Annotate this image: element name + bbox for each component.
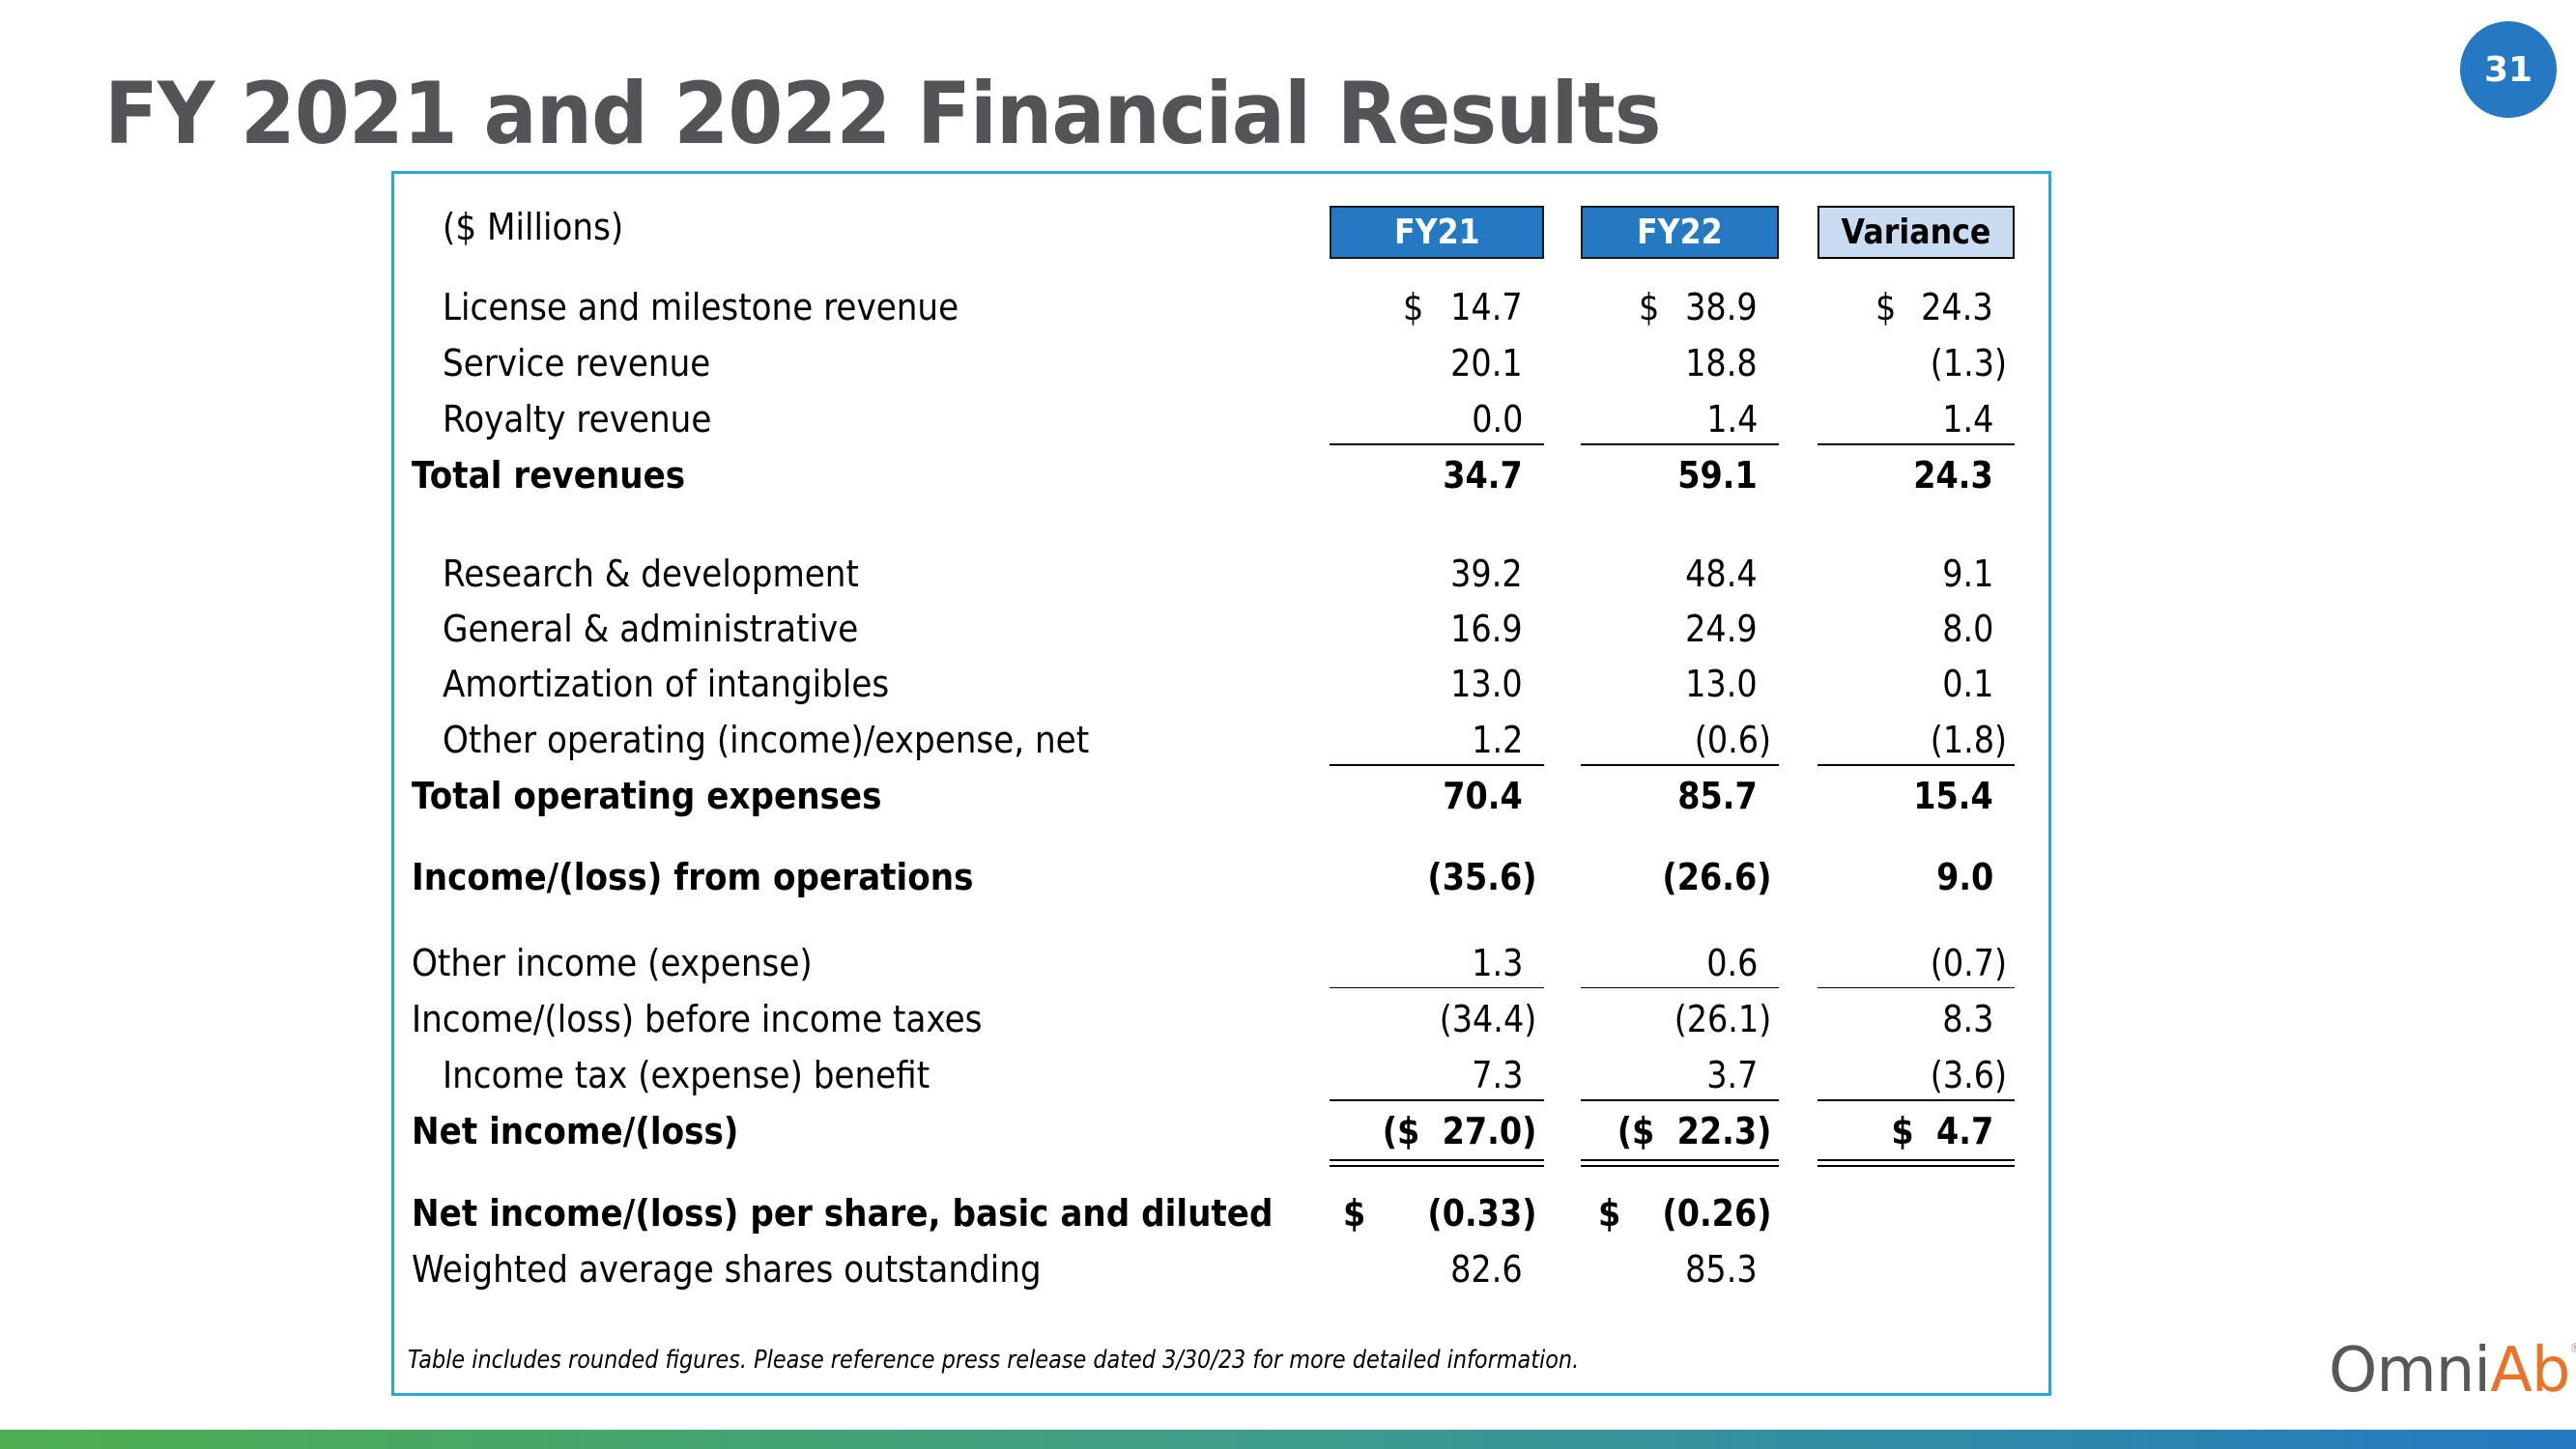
table-row-eps: Net income/(loss) per share, basic and d… (394, 1189, 2048, 1237)
value-fy22: 18.8 (1685, 342, 1758, 384)
row-label: Net income/(loss) (412, 1110, 739, 1152)
value-fy21: 39.2 (1450, 553, 1523, 595)
value-fy21: 70.4 (1443, 775, 1523, 817)
value-variance: (3.6) (1930, 1054, 2007, 1096)
row-label: Other income (expense) (412, 942, 813, 984)
value-variance: 24.3 (1913, 454, 1993, 497)
column-header-variance: Variance (1818, 206, 2015, 259)
value-fy21: 1.2 (1471, 719, 1523, 761)
row-label: Service revenue (443, 342, 711, 384)
page-number-badge: 31 (2460, 21, 2557, 118)
table-row: Other operating (income)/expense, net 1.… (394, 716, 2048, 766)
value-fy22: 48.4 (1685, 553, 1758, 595)
row-label: Other operating (income)/expense, net (443, 719, 1090, 761)
table-row: Other income (expense) 1.3 0.6 (0.7) (394, 939, 2048, 988)
value-variance: 15.4 (1913, 775, 1993, 817)
table-header-row: ($ Millions) (394, 187, 2048, 248)
value-fy22: 85.7 (1677, 775, 1758, 817)
value-variance: $ 4.7 (1891, 1110, 1993, 1152)
value-fy22: 24.9 (1685, 608, 1758, 650)
omniab-logo: OmniAb® (2329, 1335, 2576, 1406)
value-fy21: 7.3 (1471, 1054, 1523, 1096)
row-label: Total revenues (412, 454, 686, 497)
value-variance: (1.3) (1930, 342, 2007, 384)
units-label: ($ Millions) (443, 206, 624, 248)
value-fy21: ($ 27.0) (1382, 1110, 1536, 1152)
value-fy22: 0.6 (1705, 942, 1758, 984)
row-label: Income tax (expense) benefit (443, 1054, 930, 1096)
table-row: Service revenue 20.1 18.8 (1.3) (394, 339, 2048, 387)
value-fy21: (0.33) (1426, 1192, 1536, 1235)
value-fy22: (26.1) (1674, 998, 1771, 1040)
registered-mark-icon: ® (2569, 1341, 2576, 1356)
row-label: License and milestone revenue (443, 286, 959, 328)
value-fy21: 14.7 (1450, 286, 1523, 328)
row-label: Income/(loss) from operations (412, 856, 974, 898)
value-fy22: (0.6) (1694, 719, 1771, 761)
bottom-gradient-bar (0, 1430, 2576, 1449)
column-header-fy21: FY21 (1330, 206, 1544, 259)
value-variance: 9.0 (1935, 856, 1993, 898)
financial-table: ($ Millions) FY21 FY22 Variance License … (391, 171, 2051, 1396)
value-fy21: 13.0 (1450, 663, 1523, 705)
row-label: Income/(loss) before income taxes (412, 998, 983, 1040)
table-row-total: Income/(loss) from operations (35.6) (26… (394, 853, 2048, 901)
value-fy22: 13.0 (1685, 663, 1758, 705)
value-fy21: 82.6 (1450, 1248, 1523, 1291)
value-fy21: 0.0 (1471, 398, 1523, 440)
value-fy22: ($ 22.3) (1617, 1110, 1771, 1152)
value-fy21: 20.1 (1450, 342, 1523, 384)
currency-symbol: $ (1343, 1192, 1366, 1235)
table-row: Royalty revenue 0.0 1.4 1.4 (394, 395, 2048, 445)
table-row: Income/(loss) before income taxes (34.4)… (394, 995, 2048, 1043)
currency-symbol: $ (1403, 286, 1424, 328)
value-variance: 9.1 (1941, 553, 1993, 595)
value-fy21: 34.7 (1443, 454, 1523, 497)
value-fy21: 1.3 (1471, 942, 1523, 984)
table-footnote: Table includes rounded figures. Please r… (408, 1346, 1580, 1375)
value-fy22: 59.1 (1677, 454, 1758, 497)
value-variance: 1.4 (1941, 398, 1993, 440)
table-row: Amortization of intangibles 13.0 13.0 0.… (394, 660, 2048, 708)
row-label: Net income/(loss) per share, basic and d… (412, 1192, 1274, 1235)
logo-text-ab: Ab (2490, 1335, 2570, 1406)
value-variance: 0.1 (1941, 663, 1993, 705)
table-row: Weighted average shares outstanding 82.6… (394, 1245, 2048, 1293)
value-fy22: 1.4 (1705, 398, 1758, 440)
table-row: General & administrative 16.9 24.9 8.0 (394, 605, 2048, 653)
row-label: Amortization of intangibles (443, 663, 890, 705)
row-label: Royalty revenue (443, 398, 712, 440)
value-fy22: 85.3 (1685, 1248, 1758, 1291)
value-variance: (1.8) (1930, 719, 2007, 761)
value-variance: 8.0 (1941, 608, 1993, 650)
table-row-total: Net income/(loss) ($ 27.0) ($ 22.3) $ 4.… (394, 1107, 2048, 1167)
currency-symbol: $ (1875, 286, 1897, 328)
value-fy21: (35.6) (1426, 856, 1536, 898)
table-row: License and milestone revenue $14.7 $38.… (394, 283, 2048, 331)
row-label: General & administrative (443, 608, 859, 650)
table-row: Income tax (expense) benefit 7.3 3.7 (3.… (394, 1051, 2048, 1101)
value-fy21: 16.9 (1450, 608, 1523, 650)
column-header-fy22: FY22 (1581, 206, 1779, 259)
value-variance: 24.3 (1921, 286, 1993, 328)
table-row: Research & development 39.2 48.4 9.1 (394, 550, 2048, 598)
row-label: Weighted average shares outstanding (412, 1248, 1042, 1291)
slide-title: FY 2021 and 2022 Financial Results (104, 64, 1662, 163)
logo-text-omni: Omni (2329, 1335, 2491, 1406)
value-fy22: (26.6) (1661, 856, 1771, 898)
currency-symbol: $ (1598, 1192, 1621, 1235)
table-row-total: Total operating expenses 70.4 85.7 15.4 (394, 772, 2048, 820)
value-variance: (0.7) (1930, 942, 2007, 984)
value-fy22: (0.26) (1661, 1192, 1771, 1235)
value-fy21: (34.4) (1439, 998, 1536, 1040)
row-label: Total operating expenses (412, 775, 882, 817)
currency-symbol: $ (1639, 286, 1660, 328)
value-fy22: 3.7 (1705, 1054, 1758, 1096)
row-label: Research & development (443, 553, 859, 595)
value-variance: 8.3 (1941, 998, 1993, 1040)
table-row-total: Total revenues 34.7 59.1 24.3 (394, 451, 2048, 499)
value-fy22: 38.9 (1685, 286, 1758, 328)
